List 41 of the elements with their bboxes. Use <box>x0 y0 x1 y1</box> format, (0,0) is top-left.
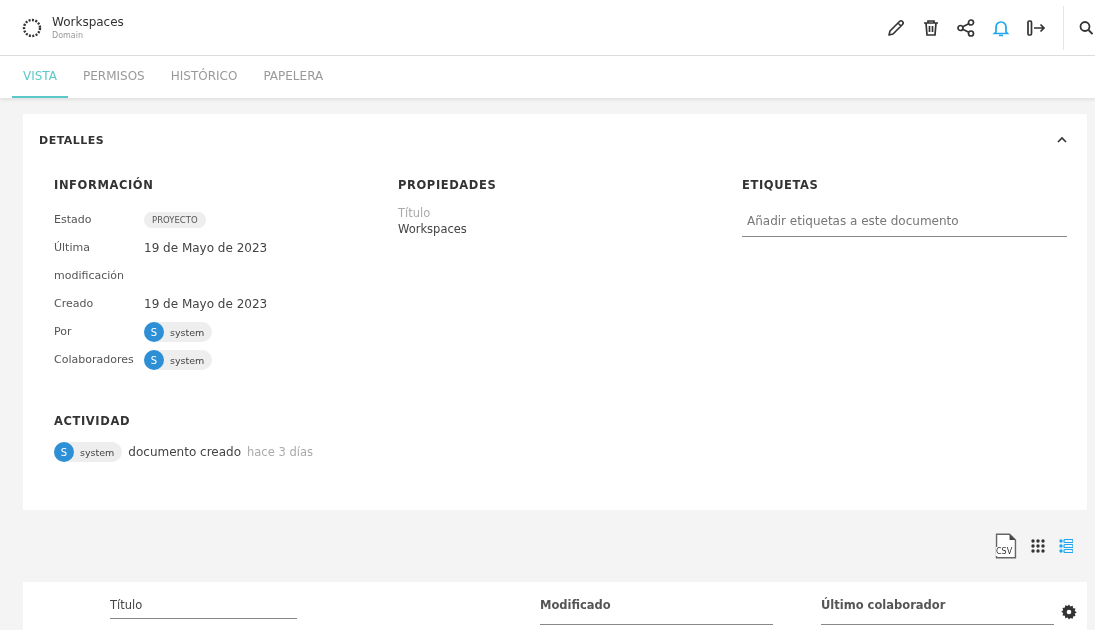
section-title: DETALLES <box>39 133 105 147</box>
user-chip[interactable]: S system <box>144 350 213 370</box>
settings-icon[interactable] <box>1061 604 1077 620</box>
user-chip[interactable]: S system <box>144 322 213 342</box>
field-label: Creado <box>54 296 95 312</box>
section-heading: ETIQUETAS <box>742 178 820 192</box>
user-name: system <box>170 354 205 366</box>
column-header[interactable]: Título <box>110 598 297 619</box>
avatar: S <box>54 442 74 462</box>
field-label: Última modificación <box>54 240 125 284</box>
field-value: 19 de Mayo de 2023 <box>144 241 268 255</box>
activity-time: hace 3 días <box>247 445 313 459</box>
exit-icon[interactable] <box>1026 17 1046 38</box>
field-label: Por <box>54 324 73 340</box>
field-label: Estado <box>54 212 93 228</box>
document-type: Domain <box>52 31 85 40</box>
pencil-icon[interactable] <box>886 17 906 38</box>
avatar: S <box>144 350 164 370</box>
dotted-circle-icon <box>22 17 42 38</box>
user-name: system <box>80 446 115 458</box>
property-value: Workspaces <box>398 222 468 236</box>
section-heading: PROPIEDADES <box>398 178 498 192</box>
trash-icon[interactable] <box>921 17 941 38</box>
csv-file-icon[interactable]: CSV <box>995 533 1017 559</box>
status-tag: PROYECTO <box>144 212 206 228</box>
column-header[interactable]: Último colaborador <box>821 598 1054 625</box>
share-icon[interactable] <box>956 17 976 38</box>
user-name: system <box>170 326 205 338</box>
field-value: 19 de Mayo de 2023 <box>144 297 268 311</box>
property-label: Título <box>398 206 432 220</box>
column-header[interactable]: Modificado <box>540 598 773 625</box>
document-title: Workspaces <box>52 15 124 29</box>
search-icon[interactable] <box>1079 19 1093 36</box>
chevron-icon[interactable] <box>1057 136 1067 144</box>
section-heading: INFORMACIÓN <box>54 178 155 192</box>
grid-view-icon[interactable] <box>1031 539 1045 553</box>
activity-text: documento creado <box>128 445 242 459</box>
avatar: S <box>144 322 164 342</box>
user-chip[interactable]: S system <box>54 442 123 462</box>
section-heading: ACTIVIDAD <box>54 414 132 428</box>
field-label: Colaboradores <box>54 352 135 368</box>
